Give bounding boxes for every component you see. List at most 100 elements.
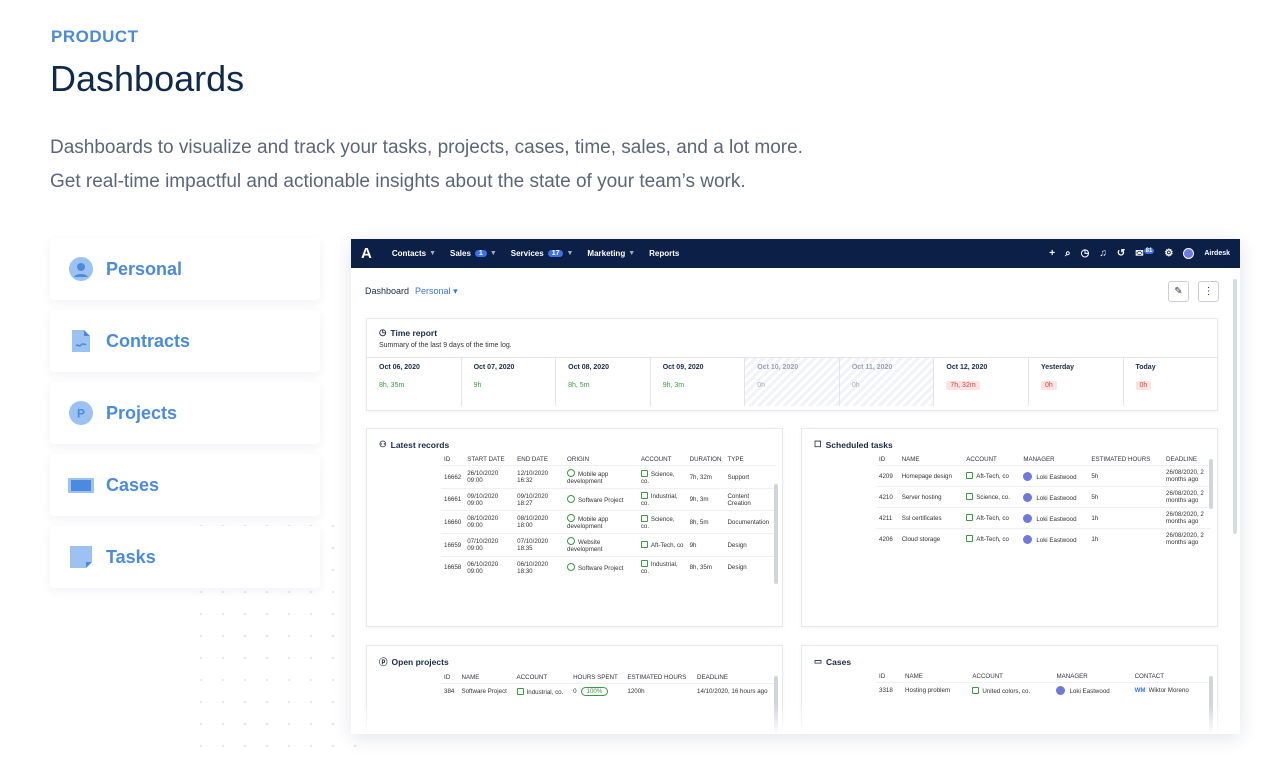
time-report-day[interactable]: Oct 10, 20200h bbox=[744, 358, 839, 406]
column-header[interactable]: CONTACT bbox=[1132, 671, 1211, 683]
column-header[interactable]: MANAGER bbox=[1020, 454, 1088, 466]
cases-icon bbox=[68, 472, 94, 498]
nav-services[interactable]: Services17▼ bbox=[511, 249, 574, 258]
column-header[interactable]: DEADLINE bbox=[694, 672, 776, 684]
table-row[interactable]: 1666008/10/2020 09:0008/10/2020 18:00Mob… bbox=[441, 511, 776, 534]
column-header[interactable]: ESTIMATED HOURS bbox=[1088, 454, 1163, 466]
table-cell: Loki Eastwood bbox=[1020, 508, 1088, 529]
feature-personal[interactable]: Personal bbox=[50, 238, 320, 300]
cell-text: 4209 bbox=[879, 473, 893, 480]
column-header[interactable]: END DATE bbox=[514, 454, 564, 466]
bell-icon[interactable]: ♫ bbox=[1099, 248, 1107, 259]
table-cell: 9h bbox=[687, 534, 725, 557]
column-header[interactable]: ID bbox=[876, 454, 899, 466]
column-header[interactable]: NAME bbox=[902, 671, 969, 683]
table-scrollbar[interactable] bbox=[774, 484, 778, 584]
day-value: 9h, 3m bbox=[663, 382, 739, 398]
search-icon[interactable]: ⌕ bbox=[1065, 248, 1071, 259]
cell-text: Loki Eastwood bbox=[1036, 495, 1076, 502]
column-header[interactable]: TYPE bbox=[724, 454, 776, 466]
lead-text: Dashboards to visualize and track your t… bbox=[50, 131, 950, 199]
table-cell: Content Creation bbox=[724, 489, 776, 511]
table-row[interactable]: 4209Homepage designAft-Tech, coLoki East… bbox=[876, 466, 1211, 487]
column-header[interactable]: ACCOUNT bbox=[969, 671, 1053, 683]
time-report-day[interactable]: Yesterday0h bbox=[1028, 358, 1123, 406]
table-row[interactable]: 4210Server hostingScience, co.Loki Eastw… bbox=[876, 487, 1211, 508]
time-report-day[interactable]: Oct 07, 20209h bbox=[461, 358, 556, 406]
column-header[interactable]: NAME bbox=[458, 672, 513, 684]
plus-icon[interactable]: + bbox=[1049, 248, 1055, 259]
table-row[interactable]: 384Software ProjectIndustrial, co.0100%1… bbox=[441, 684, 776, 700]
column-header[interactable]: ORIGIN bbox=[564, 454, 638, 466]
more-button[interactable]: ⋮ bbox=[1198, 281, 1219, 302]
time-report-day[interactable]: Oct 11, 20200h bbox=[839, 358, 934, 406]
column-header[interactable]: ID bbox=[441, 454, 464, 466]
column-header[interactable]: ID bbox=[441, 672, 458, 684]
column-header[interactable]: ACCOUNT bbox=[963, 454, 1020, 466]
table-cell: 26/08/2020, 2 months ago bbox=[1163, 508, 1211, 529]
column-header[interactable]: ACCOUNT bbox=[638, 454, 687, 466]
table-row[interactable]: 1666226/10/2020 09:0012/10/2020 16:32Mob… bbox=[441, 466, 776, 489]
cell-text: Wiktor Moreno bbox=[1149, 687, 1189, 694]
table-row[interactable]: 1665806/10/2020 09:0006/10/2020 18:30Sof… bbox=[441, 557, 776, 579]
feature-label: Tasks bbox=[106, 547, 156, 568]
cell-text: 0 bbox=[573, 688, 576, 695]
column-header[interactable]: DEADLINE bbox=[1163, 454, 1211, 466]
column-header[interactable]: DURATION bbox=[687, 454, 725, 466]
timer-icon[interactable]: ◷ bbox=[1081, 248, 1090, 259]
table-row[interactable]: 4206Cloud storageAft-Tech, coLoki Eastwo… bbox=[876, 529, 1211, 550]
edit-button[interactable]: ✎ bbox=[1168, 281, 1189, 302]
table-scrollbar[interactable] bbox=[1209, 459, 1213, 509]
app-logo[interactable]: A bbox=[361, 245, 372, 262]
table-cell: 26/08/2020, 2 months ago bbox=[1163, 529, 1211, 550]
table-cell: 384 bbox=[441, 684, 458, 700]
time-report-day[interactable]: Today0h bbox=[1123, 358, 1218, 406]
more-vertical-icon: ⋮ bbox=[1204, 286, 1214, 297]
svg-text:P: P bbox=[77, 407, 85, 421]
day-value: 0h bbox=[852, 382, 928, 398]
gear-icon[interactable]: ⚙ bbox=[1164, 248, 1173, 259]
table-row[interactable]: 1665907/10/2020 09:0007/10/2020 18:35Web… bbox=[441, 534, 776, 557]
column-header[interactable]: ACCOUNT bbox=[514, 672, 571, 684]
cell-text: Loki Eastwood bbox=[1069, 688, 1109, 695]
table-row[interactable]: 1666109/10/2020 09:0009/10/2020 18:27Sof… bbox=[441, 489, 776, 511]
column-header[interactable]: START DATE bbox=[464, 454, 514, 466]
column-header[interactable]: HOURS SPENT bbox=[570, 672, 624, 684]
nav-marketing[interactable]: Marketing▼ bbox=[587, 249, 635, 258]
time-report-day[interactable]: Oct 12, 20207h, 32m bbox=[933, 358, 1028, 406]
column-header[interactable]: NAME bbox=[899, 454, 964, 466]
column-header[interactable]: MANAGER bbox=[1053, 671, 1131, 683]
history-icon[interactable]: ↺ bbox=[1117, 248, 1125, 259]
time-report-day[interactable]: Oct 06, 20208h, 35m bbox=[367, 358, 461, 406]
inbox-icon[interactable]: ✉81 bbox=[1135, 248, 1154, 259]
time-report-day[interactable]: Oct 09, 20209h, 3m bbox=[650, 358, 745, 406]
feature-tasks[interactable]: Tasks bbox=[50, 526, 320, 588]
avatar[interactable] bbox=[1183, 248, 1194, 259]
page-scrollbar[interactable] bbox=[1233, 279, 1237, 534]
pencil-icon: ✎ bbox=[1174, 286, 1182, 297]
nav-reports[interactable]: Reports bbox=[649, 249, 679, 258]
time-report-day[interactable]: Oct 08, 20208h, 5m bbox=[555, 358, 650, 406]
table-cell: 4206 bbox=[876, 529, 899, 550]
nav-sales[interactable]: Sales1▼ bbox=[450, 249, 497, 258]
feature-cases[interactable]: Cases bbox=[50, 454, 320, 516]
cell-text: 26/08/2020, 2 months ago bbox=[1166, 511, 1204, 525]
table-row[interactable]: 3318Hosting problemUnited colors, co.Lok… bbox=[876, 683, 1211, 699]
nav-contacts[interactable]: Contacts▼ bbox=[392, 249, 436, 258]
table-cell: Loki Eastwood bbox=[1020, 466, 1088, 487]
day-date: Oct 07, 2020 bbox=[474, 364, 550, 382]
user-name[interactable]: Airdesk bbox=[1204, 250, 1230, 257]
cell-text: 1200h bbox=[627, 688, 644, 695]
nav-badge: 17 bbox=[548, 250, 564, 257]
table-row[interactable]: 4211Ssl certificatesAft-Tech, coLoki Eas… bbox=[876, 508, 1211, 529]
feature-projects[interactable]: P Projects bbox=[50, 382, 320, 444]
feature-contracts[interactable]: Contracts bbox=[50, 310, 320, 372]
table-cell: 16660 bbox=[441, 511, 464, 534]
table-cell: United colors, co. bbox=[969, 683, 1053, 699]
avatar bbox=[1023, 493, 1032, 502]
column-header[interactable]: ID bbox=[876, 671, 902, 683]
breadcrumb-dashboard[interactable]: Dashboard bbox=[365, 286, 409, 296]
card-title: Scheduled tasks bbox=[826, 440, 893, 450]
view-selector[interactable]: Personal ▾ bbox=[415, 286, 458, 296]
column-header[interactable]: ESTIMATED HOURS bbox=[624, 672, 694, 684]
